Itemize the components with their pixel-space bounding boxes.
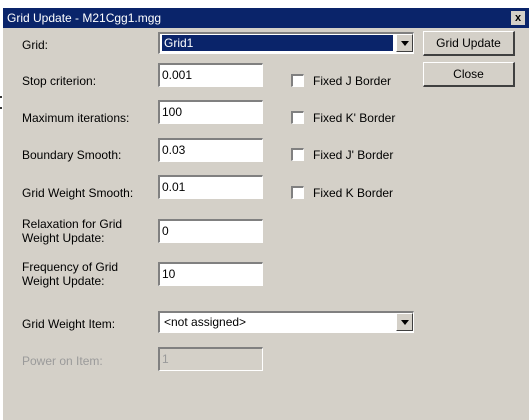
grid-weight-item-label: Grid Weight Item:	[22, 317, 116, 331]
stop-criterion-label: Stop criterion:	[22, 74, 97, 88]
power-on-item-label: Power on Item:	[22, 354, 103, 368]
grid-weight-item-value: <not assigned>	[164, 315, 247, 329]
fixed-k-border-label[interactable]: Fixed K Border	[313, 186, 393, 200]
grid-select-value: Grid1	[162, 35, 393, 51]
fixed-j-prime-border-label[interactable]: Fixed J' Border	[313, 148, 393, 162]
fixed-j-border-checkbox[interactable]	[291, 74, 304, 87]
fixed-k-prime-border-checkbox[interactable]	[291, 111, 304, 124]
grid-weight-item-select[interactable]: <not assigned>	[158, 311, 414, 333]
close-window-button[interactable]: x	[511, 11, 525, 25]
grid-select[interactable]: Grid1	[158, 32, 414, 54]
chevron-down-icon	[401, 41, 409, 46]
dialog-window: Grid Update - M21Cgg1.mgg x Grid: Grid1 …	[3, 8, 529, 420]
grid-weight-item-dropdown-button[interactable]	[396, 313, 413, 331]
title-bar[interactable]: Grid Update - M21Cgg1.mgg x	[3, 8, 529, 28]
fixed-k-border-checkbox[interactable]	[291, 186, 304, 199]
fixed-j-prime-border-checkbox[interactable]	[291, 148, 304, 161]
grid-label: Grid:	[22, 38, 49, 52]
power-on-item-input: 1	[158, 347, 263, 371]
fixed-j-border-label[interactable]: Fixed J Border	[313, 74, 391, 88]
boundary-smooth-input[interactable]: 0.03	[158, 138, 263, 162]
relaxation-label-line1: Relaxation for Grid	[22, 217, 123, 231]
chevron-down-icon	[401, 320, 409, 325]
grid-weight-smooth-input[interactable]: 0.01	[158, 175, 263, 199]
fixed-k-prime-border-label[interactable]: Fixed K' Border	[313, 111, 395, 125]
grid-dropdown-button[interactable]	[396, 34, 413, 52]
grid-update-button[interactable]: Grid Update	[423, 31, 515, 56]
relaxation-label-line2: Weight Update:	[22, 231, 105, 245]
grid-weight-smooth-label: Grid Weight Smooth:	[22, 186, 134, 200]
close-button[interactable]: Close	[423, 62, 515, 87]
frequency-label-line1: Frequency of Grid	[22, 260, 119, 274]
max-iterations-label: Maximum iterations:	[22, 111, 130, 125]
boundary-smooth-label: Boundary Smooth:	[22, 148, 122, 162]
artifact-dot	[0, 107, 2, 109]
stop-criterion-input[interactable]: 0.001	[158, 63, 263, 87]
frequency-label-line2: Weight Update:	[22, 274, 105, 288]
relaxation-input[interactable]: 0	[158, 219, 263, 243]
max-iterations-input[interactable]: 100	[158, 100, 263, 124]
window-title: Grid Update - M21Cgg1.mgg	[7, 11, 162, 25]
frequency-input[interactable]: 10	[158, 262, 263, 286]
artifact-dot	[0, 96, 2, 98]
